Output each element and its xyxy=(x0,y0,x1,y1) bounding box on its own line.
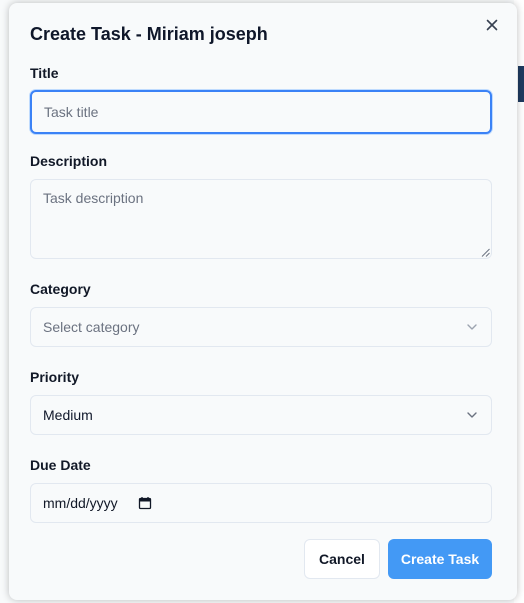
dialog-title: Create Task - Miriam joseph xyxy=(30,24,268,44)
category-label: Category xyxy=(30,281,91,297)
priority-label: Priority xyxy=(30,369,80,385)
chevron-down-icon xyxy=(467,324,477,330)
create-task-button[interactable]: Create Task xyxy=(388,539,492,579)
description-label: Description xyxy=(30,153,108,169)
title-label: Title xyxy=(30,65,59,81)
due-date-label: Due Date xyxy=(30,457,91,473)
due-date-value: mm/dd/yyyy xyxy=(43,495,118,511)
cancel-button[interactable]: Cancel xyxy=(304,539,380,579)
close-button[interactable] xyxy=(483,16,501,34)
due-date-input[interactable]: mm/dd/yyyy xyxy=(30,483,492,523)
priority-select[interactable]: Medium xyxy=(30,395,492,435)
close-icon xyxy=(486,19,498,31)
create-task-dialog: Create Task - Miriam joseph Title Descri… xyxy=(9,3,517,600)
calendar-icon[interactable] xyxy=(138,496,152,510)
background-page-block xyxy=(518,66,524,102)
description-textarea[interactable] xyxy=(30,179,492,259)
priority-value: Medium xyxy=(43,407,93,423)
resize-handle-icon[interactable] xyxy=(481,248,490,257)
chevron-down-icon xyxy=(467,412,477,418)
title-input[interactable] xyxy=(30,90,492,134)
category-placeholder: Select category xyxy=(43,319,140,335)
category-select[interactable]: Select category xyxy=(30,307,492,347)
